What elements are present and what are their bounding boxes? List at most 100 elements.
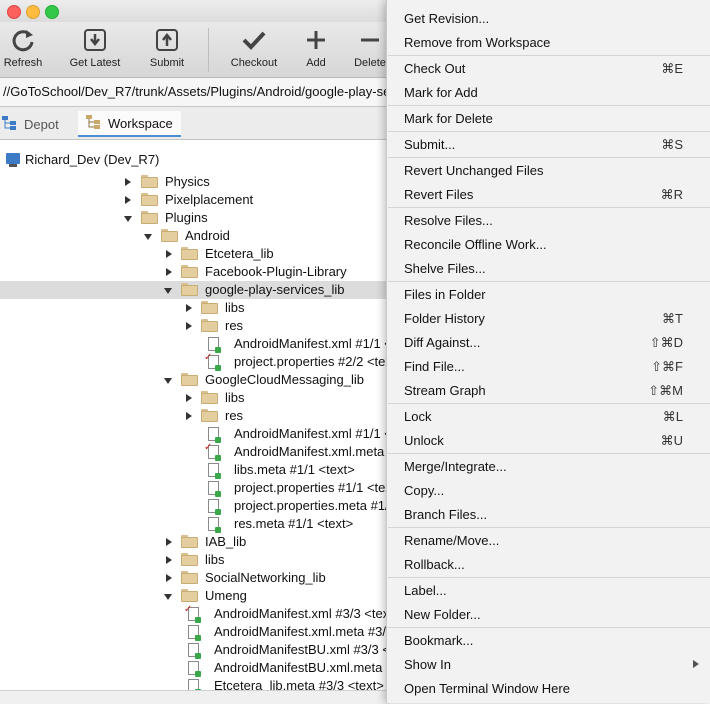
tree-file[interactable]: AndroidManifest.xml #1/1 <text> [0, 335, 420, 353]
tree-folder[interactable]: Etcetera_lib [0, 245, 390, 263]
menu-item-shelve-files[interactable]: Shelve Files... [387, 256, 710, 280]
expand-arrow-icon[interactable] [186, 394, 192, 402]
menu-item-revert-unchanged-files[interactable]: Revert Unchanged Files [387, 158, 710, 182]
tree-file[interactable]: project.properties.meta #1/1 <text> [0, 497, 436, 515]
collapse-arrow-icon[interactable] [124, 216, 132, 222]
tree-item-label: res.meta #1/1 <text> [234, 516, 354, 531]
tree-file[interactable]: res.meta #1/1 <text> [0, 515, 390, 533]
refresh-button[interactable]: Refresh [0, 26, 55, 69]
menu-item-branch-files[interactable]: Branch Files... [387, 502, 710, 526]
tree-item-label: IAB_lib [205, 534, 247, 549]
tree-folder-selected[interactable]: google-play-services_lib [0, 281, 390, 299]
horizontal-scrollbar[interactable] [0, 690, 390, 704]
tree-file[interactable]: AndroidManifest.xml #1/1 <text> [0, 425, 420, 443]
tree-item-label: libs [205, 552, 225, 567]
tree-folder[interactable]: Pixelplacement [0, 191, 390, 209]
menu-item-rename-move[interactable]: Rename/Move... [387, 528, 710, 552]
menu-item-new-folder[interactable]: New Folder... [387, 602, 710, 626]
menu-item-lock[interactable]: Lock ⌘L [387, 404, 710, 428]
tree-file[interactable]: AndroidManifestBU.xml.meta #3/3 <text> [0, 659, 451, 677]
expand-arrow-icon[interactable] [166, 574, 172, 582]
tree-folder[interactable]: IAB_lib [0, 533, 390, 551]
tree-root[interactable]: Richard_Dev (Dev_R7) [0, 151, 390, 169]
menu-item-label[interactable]: Label... [387, 578, 710, 602]
close-window-button[interactable] [7, 5, 21, 19]
folder-icon [201, 409, 218, 422]
menu-item-find-file[interactable]: Find File... ⇧⌘F [387, 354, 710, 378]
menu-item-unlock[interactable]: Unlock ⌘U [387, 428, 710, 452]
tree-folder[interactable]: SocialNetworking_lib [0, 569, 390, 587]
menu-item-revert-files[interactable]: Revert Files ⌘R [387, 182, 710, 206]
collapse-arrow-icon[interactable] [144, 234, 152, 240]
menu-item-get-revision[interactable]: Get Revision... [387, 6, 710, 30]
menu-item-merge-integrate[interactable]: Merge/Integrate... [387, 454, 710, 478]
menu-item-show-in[interactable]: Show In [387, 652, 710, 676]
workspace-computer-icon [6, 153, 20, 167]
menu-item-stream-graph[interactable]: Stream Graph ⇧⌘M [387, 378, 710, 402]
tree-folder[interactable]: res [0, 407, 390, 425]
submit-label: Submit [149, 57, 185, 69]
path-bar[interactable]: //GoToSchool/Dev_R7/trunk/Assets/Plugins… [0, 78, 445, 107]
expand-arrow-icon[interactable] [166, 268, 172, 276]
tree-file[interactable]: ✓ AndroidManifest.xml.meta #1/1 <text> [0, 443, 453, 461]
menu-item-copy[interactable]: Copy... [387, 478, 710, 502]
tree-folder[interactable]: Physics [0, 173, 390, 191]
collapse-arrow-icon[interactable] [164, 288, 172, 294]
tree-folder[interactable]: libs [0, 551, 390, 569]
tab-depot[interactable]: Depot [0, 111, 67, 137]
submenu-arrow-icon [693, 660, 699, 668]
tree-item-label: Etcetera_lib [205, 246, 274, 261]
toolbar-separator [208, 28, 209, 72]
collapse-arrow-icon[interactable] [164, 378, 172, 384]
menu-item-folder-history[interactable]: Folder History ⌘T [387, 306, 710, 330]
menu-item-mark-for-delete[interactable]: Mark for Delete [387, 106, 710, 130]
expand-arrow-icon[interactable] [186, 304, 192, 312]
tree-folder[interactable]: res [0, 317, 390, 335]
menu-item-remove-from-workspace[interactable]: Remove from Workspace [387, 30, 710, 54]
tree-file[interactable]: ✓ project.properties #2/2 <text> [0, 353, 403, 371]
zoom-window-button[interactable] [45, 5, 59, 19]
get-latest-button[interactable]: Get Latest [63, 26, 127, 69]
minimize-window-button[interactable] [26, 5, 40, 19]
tree-folder[interactable]: Android [0, 227, 390, 245]
menu-item-check-out[interactable]: Check Out ⌘E [387, 56, 710, 80]
checked-out-file-icon: ✓ [204, 353, 221, 371]
tree-folder[interactable]: libs [0, 299, 390, 317]
expand-arrow-icon[interactable] [166, 250, 172, 258]
menu-item-submit[interactable]: Submit... ⌘S [387, 132, 710, 156]
expand-arrow-icon[interactable] [166, 538, 172, 546]
expand-arrow-icon[interactable] [166, 556, 172, 564]
tree-folder[interactable]: Facebook-Plugin-Library [0, 263, 390, 281]
menu-item-resolve-files[interactable]: Resolve Files... [387, 208, 710, 232]
tree-file[interactable]: project.properties #1/1 <text> [0, 479, 403, 497]
file-icon [208, 481, 221, 497]
depot-tree-icon [2, 115, 18, 133]
tree-folder[interactable]: Plugins [0, 209, 390, 227]
file-icon [208, 427, 221, 443]
tree-file[interactable]: libs.meta #1/1 <text> [0, 461, 390, 479]
tree-folder[interactable]: Umeng [0, 587, 390, 605]
tree-file[interactable]: AndroidManifest.xml.meta #3/3 <text> [0, 623, 433, 641]
folder-icon [181, 283, 198, 296]
menu-item-files-in-folder[interactable]: Files in Folder [387, 282, 710, 306]
menu-item-mark-for-add[interactable]: Mark for Add [387, 80, 710, 104]
tree-folder[interactable]: libs [0, 389, 390, 407]
tree-file[interactable]: ✓ AndroidManifest.xml #3/3 <text> [0, 605, 400, 623]
folder-icon [161, 229, 178, 242]
expand-arrow-icon[interactable] [186, 412, 192, 420]
expand-arrow-icon[interactable] [125, 196, 131, 204]
collapse-arrow-icon[interactable] [164, 594, 172, 600]
menu-item-bookmark[interactable]: Bookmark... [387, 628, 710, 652]
submit-button[interactable]: Submit [135, 26, 199, 69]
menu-item-diff-against[interactable]: Diff Against... ⇧⌘D [387, 330, 710, 354]
expand-arrow-icon[interactable] [125, 178, 131, 186]
tree-folder[interactable]: GoogleCloudMessaging_lib [0, 371, 390, 389]
menu-item-open-terminal-window-here[interactable]: Open Terminal Window Here [387, 676, 710, 700]
checkout-button[interactable]: Checkout [222, 26, 286, 69]
tree-file[interactable]: AndroidManifestBU.xml #3/3 <text> [0, 641, 419, 659]
expand-arrow-icon[interactable] [186, 322, 192, 330]
tree-item-label: libs [225, 300, 245, 315]
tab-workspace[interactable]: Workspace [78, 111, 181, 137]
menu-item-reconcile-offline-work[interactable]: Reconcile Offline Work... [387, 232, 710, 256]
menu-item-rollback[interactable]: Rollback... [387, 552, 710, 576]
